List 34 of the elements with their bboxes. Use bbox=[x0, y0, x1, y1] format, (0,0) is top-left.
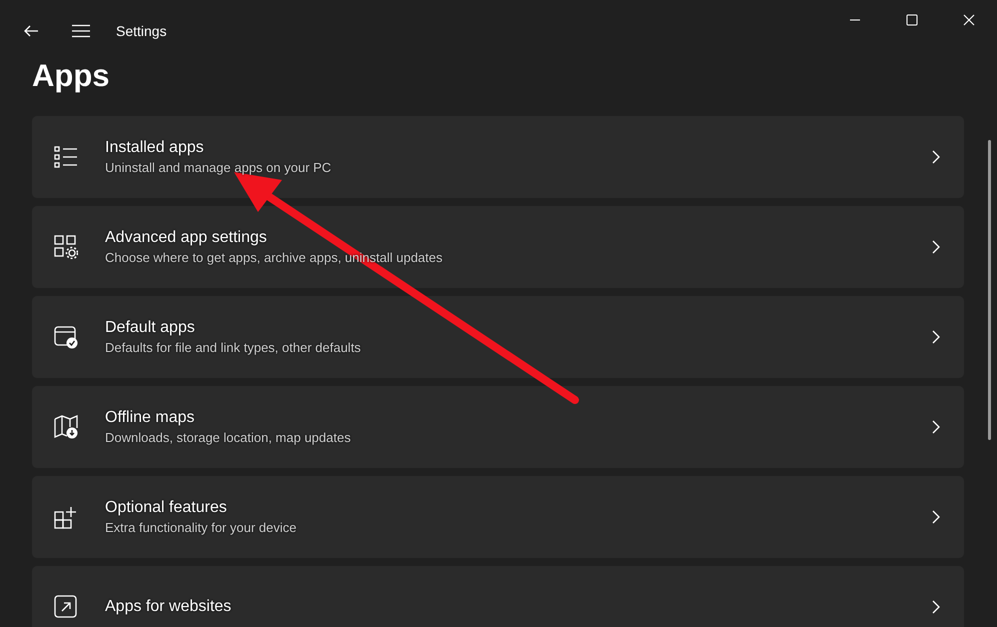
close-icon bbox=[962, 14, 974, 26]
card-title: Advanced app settings bbox=[105, 228, 268, 248]
card-title: Offline maps bbox=[105, 408, 196, 428]
chevron-icon bbox=[932, 240, 940, 254]
card-title: Optional features bbox=[105, 498, 228, 518]
settings-card[interactable]: Offline maps Downloads, storage location, map updates bbox=[32, 386, 964, 468]
chevron-icon bbox=[932, 150, 940, 164]
menu-icon bbox=[72, 24, 90, 38]
default-app-icon bbox=[54, 325, 78, 349]
settings-card[interactable]: Apps for websites bbox=[32, 566, 964, 627]
settings-card[interactable]: Installed apps Uninstall and manage apps on your PC bbox=[32, 116, 964, 198]
card-subtitle: Downloads, storage location, map updates bbox=[105, 429, 352, 447]
page-title: Apps bbox=[32, 57, 110, 95]
grid-plus-icon bbox=[54, 505, 78, 529]
scrollbar[interactable] bbox=[988, 140, 991, 440]
maximize-icon bbox=[906, 14, 918, 26]
settings-card[interactable]: Default apps Defaults for file and link types, other defaults bbox=[32, 296, 964, 378]
window-title: Settings bbox=[116, 23, 167, 39]
list-icon bbox=[54, 145, 78, 169]
card-subtitle: Extra functionality for your device bbox=[105, 519, 298, 537]
card-title: Installed apps bbox=[105, 138, 205, 158]
card-subtitle: Defaults for file and link types, other defaults bbox=[105, 339, 362, 357]
chevron-icon bbox=[932, 420, 940, 434]
chevron-icon bbox=[932, 600, 940, 614]
map-icon bbox=[54, 415, 78, 439]
card-title: Apps for websites bbox=[105, 597, 232, 617]
card-title: Default apps bbox=[105, 318, 196, 338]
settings-icon bbox=[54, 235, 78, 259]
back-arrow-icon bbox=[23, 23, 39, 39]
settings-card[interactable]: Optional features Extra functionality for your device bbox=[32, 476, 964, 558]
chevron-icon bbox=[932, 510, 940, 524]
card-subtitle: Uninstall and manage apps on your PC bbox=[105, 159, 332, 177]
window-link-icon bbox=[54, 595, 78, 619]
chevron-icon bbox=[932, 330, 940, 344]
